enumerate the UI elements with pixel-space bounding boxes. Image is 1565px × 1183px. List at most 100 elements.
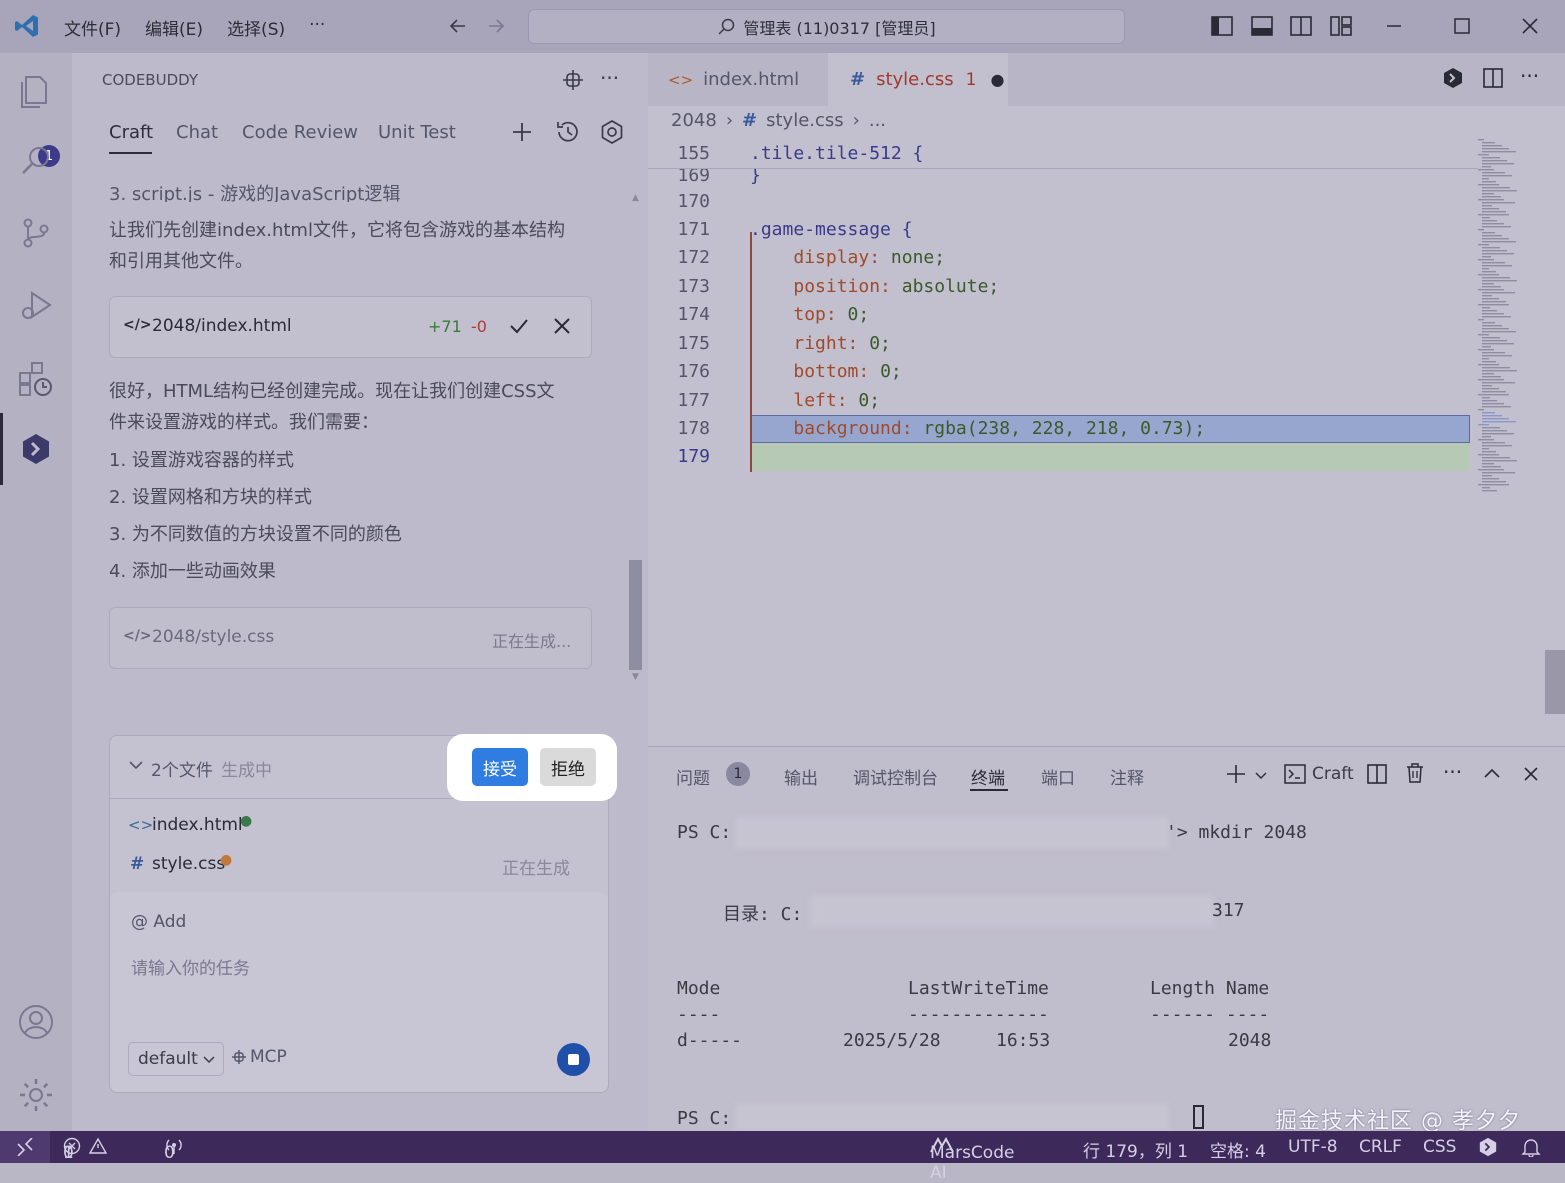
search-icon[interactable] xyxy=(14,139,58,183)
accept-button[interactable]: 接受 xyxy=(472,748,528,786)
minimap[interactable] xyxy=(1478,136,1534,496)
panel-more-icon[interactable]: ··· xyxy=(1443,760,1462,784)
code-line[interactable]: 174 top: 0; xyxy=(648,301,1478,329)
settings-gear-icon[interactable] xyxy=(14,1073,58,1117)
ports-status[interactable]: 0 xyxy=(164,1137,184,1163)
breadcrumb-folder[interactable]: 2048 xyxy=(671,110,717,131)
toggle-panel-icon[interactable] xyxy=(1250,14,1274,38)
codebuddy-action-icon[interactable] xyxy=(1442,67,1464,93)
breadcrumb-symbol[interactable]: ... xyxy=(869,110,886,131)
tab-chat[interactable]: Chat xyxy=(176,122,218,143)
cursor-position[interactable]: 行 179，列 1 xyxy=(1083,1137,1188,1162)
marscode-status[interactable]: MarsCode AI xyxy=(930,1137,1014,1183)
stop-generation-button[interactable] xyxy=(557,1043,590,1076)
scroll-down-arrow[interactable]: ▼ xyxy=(632,672,639,682)
code-line[interactable]: 175 right: 0; xyxy=(648,330,1478,358)
split-editor-icon[interactable] xyxy=(1482,67,1504,93)
editor-more-icon[interactable]: ··· xyxy=(1520,64,1539,88)
extensions-icon[interactable] xyxy=(14,357,58,401)
scroll-up-arrow[interactable]: ▲ xyxy=(632,193,639,203)
gen-card-name[interactable]: 2048/style.css xyxy=(152,627,274,647)
minimap-line xyxy=(1482,391,1506,393)
indentation[interactable]: 空格: 4 xyxy=(1210,1137,1266,1162)
tab-problems[interactable]: 问题 xyxy=(676,764,710,789)
toggle-sidebar-icon[interactable] xyxy=(1210,14,1234,38)
tab-ports[interactable]: 端口 xyxy=(1041,764,1075,789)
unsaved-dot-icon[interactable]: ● xyxy=(990,70,1004,89)
reject-x-icon[interactable] xyxy=(551,315,573,341)
minimize-icon[interactable] xyxy=(1382,14,1406,38)
accept-check-icon[interactable] xyxy=(508,315,530,341)
run-debug-icon[interactable] xyxy=(14,283,58,327)
toggle-secondary-sidebar-icon[interactable] xyxy=(1289,14,1313,38)
language-mode[interactable]: CSS xyxy=(1423,1137,1456,1157)
back-arrow-icon[interactable] xyxy=(446,14,470,38)
tab-index-html[interactable]: <> index.html xyxy=(648,53,828,106)
breadcrumb-file[interactable]: style.css xyxy=(766,110,844,131)
line-ending[interactable]: CRLF xyxy=(1359,1137,1402,1157)
task-input-placeholder[interactable]: 请输入你的任务 xyxy=(131,954,250,979)
explorer-icon[interactable] xyxy=(14,69,58,113)
mode-select[interactable]: default xyxy=(128,1042,224,1076)
history-icon[interactable] xyxy=(555,119,581,149)
panel-settings-icon[interactable] xyxy=(599,119,625,149)
pending-summary[interactable]: 2个文件 xyxy=(151,756,213,781)
close-window-icon[interactable] xyxy=(1518,14,1542,38)
code-line[interactable]: 178 background: rgba(238, 228, 218, 0.73… xyxy=(648,415,1478,443)
chevron-down-icon[interactable] xyxy=(1254,767,1268,786)
tab-comments[interactable]: 注释 xyxy=(1110,764,1144,789)
code-line[interactable]: 179 xyxy=(648,443,1478,471)
menu-more[interactable]: ··· xyxy=(309,15,325,40)
close-panel-icon[interactable] xyxy=(1521,764,1541,788)
problems-status[interactable]: 1 0 xyxy=(63,1137,107,1163)
file-card-name[interactable]: 2048/index.html xyxy=(152,316,292,336)
forward-arrow-icon[interactable] xyxy=(484,14,508,38)
tab-debug-console[interactable]: 调试控制台 xyxy=(853,764,938,789)
mcp-plug-icon[interactable] xyxy=(561,68,585,96)
mcp-button[interactable]: MCP xyxy=(231,1047,287,1067)
pending-file-style[interactable]: style.css xyxy=(152,854,225,874)
minimap-line xyxy=(1482,361,1496,363)
editor-scrollbar-thumb[interactable] xyxy=(1545,650,1565,714)
more-actions-icon[interactable]: ··· xyxy=(600,66,619,90)
notifications-bell-icon[interactable] xyxy=(1521,1137,1541,1162)
reject-button[interactable]: 拒绝 xyxy=(540,748,596,786)
remote-button[interactable] xyxy=(0,1131,50,1163)
account-icon[interactable] xyxy=(14,1000,58,1044)
new-chat-icon[interactable] xyxy=(510,120,534,148)
codebuddy-status-icon[interactable] xyxy=(1478,1137,1498,1162)
tab-output[interactable]: 输出 xyxy=(784,764,818,789)
pending-file-index[interactable]: index.html xyxy=(152,815,243,835)
split-terminal-icon[interactable] xyxy=(1366,763,1388,789)
code-line[interactable]: 173 position: absolute; xyxy=(648,273,1478,301)
tab-unit-test[interactable]: Unit Test xyxy=(378,122,456,143)
line-number: 178 xyxy=(677,418,710,439)
code-line[interactable]: 172 display: none; xyxy=(648,244,1478,272)
source-control-icon[interactable] xyxy=(14,211,58,255)
codebuddy-icon[interactable] xyxy=(14,427,58,471)
encoding[interactable]: UTF-8 xyxy=(1288,1137,1338,1157)
tab-craft[interactable]: Craft xyxy=(109,122,153,143)
tab-style-css[interactable]: # style.css 1 ● xyxy=(828,53,1008,106)
code-line[interactable]: 171 .game-message { xyxy=(648,216,1478,244)
menu-file[interactable]: 文件(F) xyxy=(64,15,121,40)
tab-terminal[interactable]: 终端 xyxy=(971,764,1005,789)
customize-layout-icon[interactable] xyxy=(1329,14,1353,38)
code-line[interactable]: 177 left: 0; xyxy=(648,387,1478,415)
maximize-panel-icon[interactable] xyxy=(1482,764,1502,788)
code-line[interactable]: 176 bottom: 0; xyxy=(648,358,1478,386)
code-line[interactable]: 170 xyxy=(648,188,1478,216)
command-center-search[interactable]: 管理表 (11)0317 [管理员] xyxy=(528,9,1125,44)
new-terminal-icon[interactable] xyxy=(1225,763,1247,789)
menu-selection[interactable]: 选择(S) xyxy=(227,15,285,40)
menu-edit[interactable]: 编辑(E) xyxy=(145,15,203,40)
chevron-down-icon[interactable] xyxy=(127,756,145,778)
trash-icon[interactable] xyxy=(1404,762,1426,788)
tab-code-review[interactable]: Code Review xyxy=(242,122,358,143)
add-context-button[interactable]: @ Add xyxy=(131,912,186,932)
terminal-instance[interactable]: Craft xyxy=(1284,763,1354,785)
chat-scrollbar-thumb[interactable] xyxy=(629,560,642,670)
maximize-icon[interactable] xyxy=(1450,14,1474,38)
code-view[interactable]: 169} 170 171 .game-message {172 display: no… xyxy=(648,140,1478,480)
minimap-line xyxy=(1482,418,1509,420)
